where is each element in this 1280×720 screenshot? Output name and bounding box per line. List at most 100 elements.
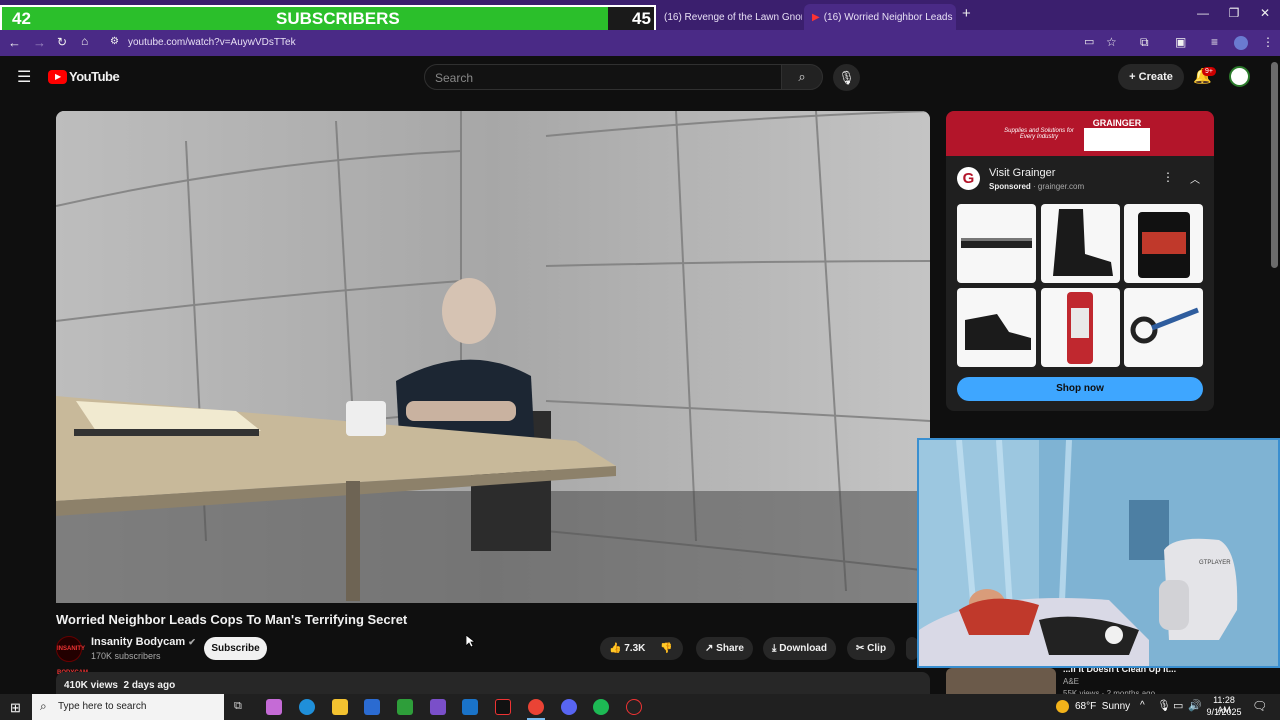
download-label: Download (779, 643, 827, 654)
current-subscriber-count: 42 (12, 9, 31, 28)
grainger-g-icon[interactable]: G (957, 167, 980, 190)
product-tile[interactable] (957, 288, 1036, 367)
network-icon[interactable]: ▭ (1173, 699, 1183, 712)
video-frame-interrogation-room (56, 111, 930, 603)
dislike-button[interactable]: 👎 (660, 643, 672, 654)
taskbar-search-box[interactable]: ⌕ Type here to search (32, 694, 224, 720)
create-button[interactable]: + Create (1118, 64, 1184, 90)
clip-button[interactable]: ✂ Clip (847, 637, 896, 660)
cast-icon[interactable]: ▭ (1084, 35, 1094, 48)
windows-taskbar: ⊞ ⌕ Type here to search ⧉ 68°F Sunny ^ 🎙… (0, 694, 1280, 720)
restore-button[interactable]: ❐ (1219, 6, 1249, 20)
tool-icon (1130, 307, 1199, 344)
tray-overflow-icon[interactable]: ^ (1140, 700, 1145, 711)
subscribe-button[interactable]: Subscribe (204, 637, 267, 660)
discord-icon[interactable] (561, 699, 577, 715)
video-player[interactable] (56, 111, 930, 603)
clock-date[interactable]: 9/1/2025 (1206, 707, 1242, 717)
address-bar-row: ← → ↻ ⌂ ⚙ youtube.com/watch?v=AuywVDsTTe… (0, 30, 1280, 56)
close-window-button[interactable]: ✕ (1250, 6, 1280, 20)
back-icon[interactable]: ← (8, 35, 21, 50)
channel-name-text[interactable]: Insanity Bodycam (91, 636, 185, 648)
home-icon[interactable]: ⌂ (81, 34, 88, 48)
channel-name[interactable]: Insanity Bodycam ✔ (91, 636, 196, 648)
url-field[interactable]: youtube.com/watch?v=AuywVDsTTek (128, 37, 296, 48)
store-icon[interactable] (364, 699, 380, 715)
account-avatar[interactable] (1229, 66, 1250, 87)
tab-revenge-lawn-gnome[interactable]: (16) Revenge of the Lawn Gnome × (656, 4, 802, 30)
app-icon[interactable] (430, 699, 446, 715)
tab-worried-neighbor[interactable]: ▶ (16) Worried Neighbor Leads 🔊 × (804, 4, 956, 30)
youtube-logo-text[interactable]: YouTube (69, 69, 120, 84)
obs-icon[interactable] (626, 699, 642, 715)
subscriber-label: SUBSCRIBERS (276, 9, 400, 28)
product-tile[interactable] (1041, 204, 1120, 283)
product-tile[interactable] (1124, 288, 1203, 367)
share-label: Share (716, 643, 744, 654)
page-scrollbar[interactable] (1271, 62, 1278, 268)
copilot-icon[interactable] (266, 699, 282, 715)
edge-icon[interactable] (299, 699, 315, 715)
chair-brand-label: GTPLAYER (1199, 560, 1231, 566)
scissors-icon: ✂ (856, 643, 865, 654)
product-tile[interactable] (1124, 204, 1203, 283)
bookmark-star-icon[interactable]: ☆ (1106, 35, 1117, 49)
ad-title[interactable]: Visit Grainger (989, 167, 1055, 179)
description-box[interactable]: 410K views 2 days ago (56, 672, 930, 696)
site-info-icon[interactable]: ⚙ (110, 36, 119, 47)
youtube-logo-icon[interactable]: ▶ (48, 70, 67, 84)
webcam-overlay: GTPLAYER (917, 438, 1280, 668)
product-tile[interactable] (957, 204, 1036, 283)
recommended-channel[interactable]: A&E (1063, 677, 1079, 686)
like-dislike-group: 👍 7.3K 👎 (600, 637, 683, 660)
like-count: 7.3K (624, 643, 646, 654)
like-button[interactable]: 👍 7.3K (609, 643, 645, 654)
new-tab-button[interactable]: + (962, 5, 971, 22)
tab-title: (16) Revenge of the Lawn Gnome (664, 11, 802, 23)
recommended-thumbnail[interactable] (946, 668, 1056, 694)
download-icon: ⤓ (772, 643, 777, 654)
forward-icon[interactable]: → (33, 35, 46, 50)
spotify-icon[interactable] (593, 699, 609, 715)
microphone-tray-icon[interactable]: 🎙 (1157, 699, 1171, 712)
reload-icon[interactable]: ↻ (57, 35, 67, 49)
collapse-chevron-up-icon[interactable]: ︿ (1190, 171, 1200, 186)
weather-text[interactable]: 68°F Sunny (1075, 701, 1130, 712)
video-title: Worried Neighbor Leads Cops To Man's Ter… (56, 612, 408, 627)
tiktok-icon[interactable] (495, 699, 511, 715)
profile-avatar[interactable] (1234, 36, 1248, 50)
ad-banner[interactable]: Supplies and Solutions for Every Industr… (946, 111, 1214, 156)
ad-more-options-icon[interactable]: ⋮ (1162, 170, 1174, 184)
weather-sun-icon[interactable] (1056, 700, 1069, 713)
file-explorer-icon[interactable] (332, 699, 348, 715)
browser-menu-icon[interactable]: ⋮ (1262, 35, 1274, 49)
search-input[interactable]: Search (424, 64, 782, 90)
hamburger-menu-icon[interactable]: ☰ (17, 67, 31, 87)
voice-search-button[interactable]: 🎙 (833, 64, 860, 91)
youtube-favicon-icon: ▶ (812, 11, 820, 23)
task-view-icon[interactable]: ⧉ (234, 700, 242, 713)
sponsored-ad-panel: Supplies and Solutions for Every Industr… (946, 111, 1214, 411)
notification-center-icon[interactable]: 🗨 (1252, 699, 1267, 713)
create-label: Create (1138, 71, 1173, 83)
product-tile[interactable] (1041, 288, 1120, 367)
download-button[interactable]: ⤓ Download (763, 637, 836, 660)
xbox-icon[interactable] (397, 699, 413, 715)
search-button[interactable]: ⌕ (781, 64, 823, 90)
reading-list-icon[interactable]: ≡ (1211, 35, 1218, 49)
volume-icon[interactable]: 🔊 (1188, 699, 1202, 712)
chrome-icon[interactable] (528, 699, 544, 715)
channel-avatar[interactable]: INSANITY BODYCAM (56, 636, 88, 676)
sidepanel-icon[interactable]: ▣ (1175, 35, 1186, 49)
share-button[interactable]: ↗ Share (696, 637, 753, 660)
taskbar-search-icon: ⌕ (40, 699, 47, 713)
shop-now-button[interactable]: Shop now (957, 377, 1203, 401)
thumbs-down-icon: 👎 (660, 643, 673, 654)
windows-start-icon[interactable]: ⊞ (10, 700, 21, 716)
thumbs-up-icon: 👍 (609, 643, 622, 654)
minimize-button[interactable]: — (1188, 6, 1218, 20)
clip-label: Clip (867, 643, 887, 654)
extensions-icon[interactable]: ⧉ (1140, 35, 1149, 50)
sealant-icon (1067, 292, 1093, 364)
outlook-icon[interactable] (462, 699, 478, 715)
